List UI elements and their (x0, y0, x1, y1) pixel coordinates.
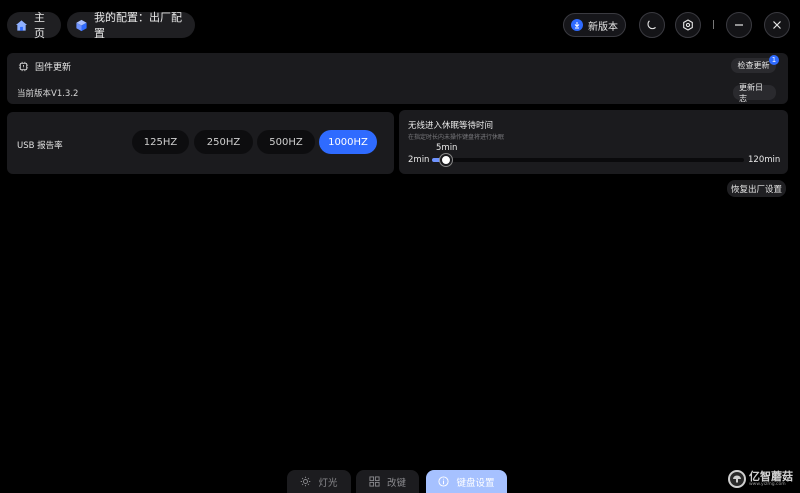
usb-report-rate-panel: USB 报告率 125HZ 250HZ 500HZ 1000HZ (7, 112, 394, 174)
restore-factory-button[interactable]: 恢复出厂设置 (727, 180, 786, 197)
slider-max-label: 120min (748, 155, 781, 165)
rate-option-250[interactable]: 250HZ (194, 130, 253, 154)
info-icon (438, 476, 450, 487)
hexagon-settings-icon (683, 19, 693, 31)
new-version-label: 新版本 (588, 21, 618, 33)
settings-button[interactable] (675, 12, 701, 38)
toolbar-divider (713, 20, 714, 29)
slider-min-label: 2min (408, 155, 430, 165)
rate-option-125[interactable]: 125HZ (132, 130, 189, 154)
config-label: 我的配置：出厂配置 (94, 11, 182, 40)
watermark-text: 亿智蘑菇 (749, 469, 793, 483)
minimize-button[interactable] (726, 12, 752, 38)
mushroom-logo-icon (728, 470, 746, 488)
nav-tab-remap[interactable]: 改键 (356, 470, 419, 493)
sleep-timeout-description: 在指定时长内未操作键盘将进行休眠 (408, 134, 505, 141)
watermark-url: www.yizmg.com (749, 481, 786, 487)
rate-option-500[interactable]: 500HZ (257, 130, 315, 154)
close-icon (773, 21, 781, 29)
home-tab[interactable]: 主页 (7, 11, 61, 40)
config-selector[interactable]: 我的配置：出厂配置 (67, 11, 195, 40)
nav-tab-keyboard-settings[interactable]: 键盘设置 (426, 470, 507, 493)
grid-icon (369, 476, 380, 487)
changelog-button[interactable]: 更新日志 (733, 83, 776, 103)
nav-tab-remap-label: 改键 (386, 477, 406, 489)
sun-icon (301, 476, 311, 487)
theme-toggle-button[interactable] (639, 12, 665, 38)
nav-tab-keyboard-settings-label: 键盘设置 (456, 477, 495, 489)
sleep-timeout-title: 无线进入休眠等待时间 (408, 121, 494, 131)
home-icon (15, 19, 28, 31)
download-icon (571, 19, 583, 31)
slider-value-label: 5min (436, 143, 458, 153)
rate-option-1000[interactable]: 1000HZ (319, 130, 377, 154)
moon-icon (647, 20, 656, 30)
nav-tab-lighting-label: 灯光 (318, 477, 338, 489)
chip-icon (18, 61, 29, 72)
firmware-title: 固件更新 (35, 63, 72, 73)
current-version: 当前版本V1.3.2 (17, 89, 79, 99)
firmware-panel: 固件更新 当前版本V1.3.2 检查更新 1 更新日志 (7, 53, 788, 104)
sleep-slider-track[interactable] (432, 154, 744, 166)
usb-report-rate-label: USB 报告率 (17, 141, 63, 151)
close-button[interactable] (764, 12, 790, 38)
update-count-badge: 1 (769, 55, 779, 65)
minimize-icon (735, 24, 743, 26)
watermark: 亿智蘑菇 www.yizmg.com (728, 466, 798, 492)
home-label: 主页 (34, 11, 45, 40)
sleep-timeout-panel: 无线进入休眠等待时间 在指定时长内未操作键盘将进行休眠 5min 2min 12… (399, 110, 788, 174)
nav-tab-lighting[interactable]: 灯光 (287, 470, 351, 493)
cube-icon (76, 19, 87, 31)
new-version-button[interactable]: 新版本 (563, 13, 626, 37)
firmware-title-row: 固件更新 (18, 60, 71, 73)
sleep-slider-thumb[interactable] (439, 154, 452, 166)
